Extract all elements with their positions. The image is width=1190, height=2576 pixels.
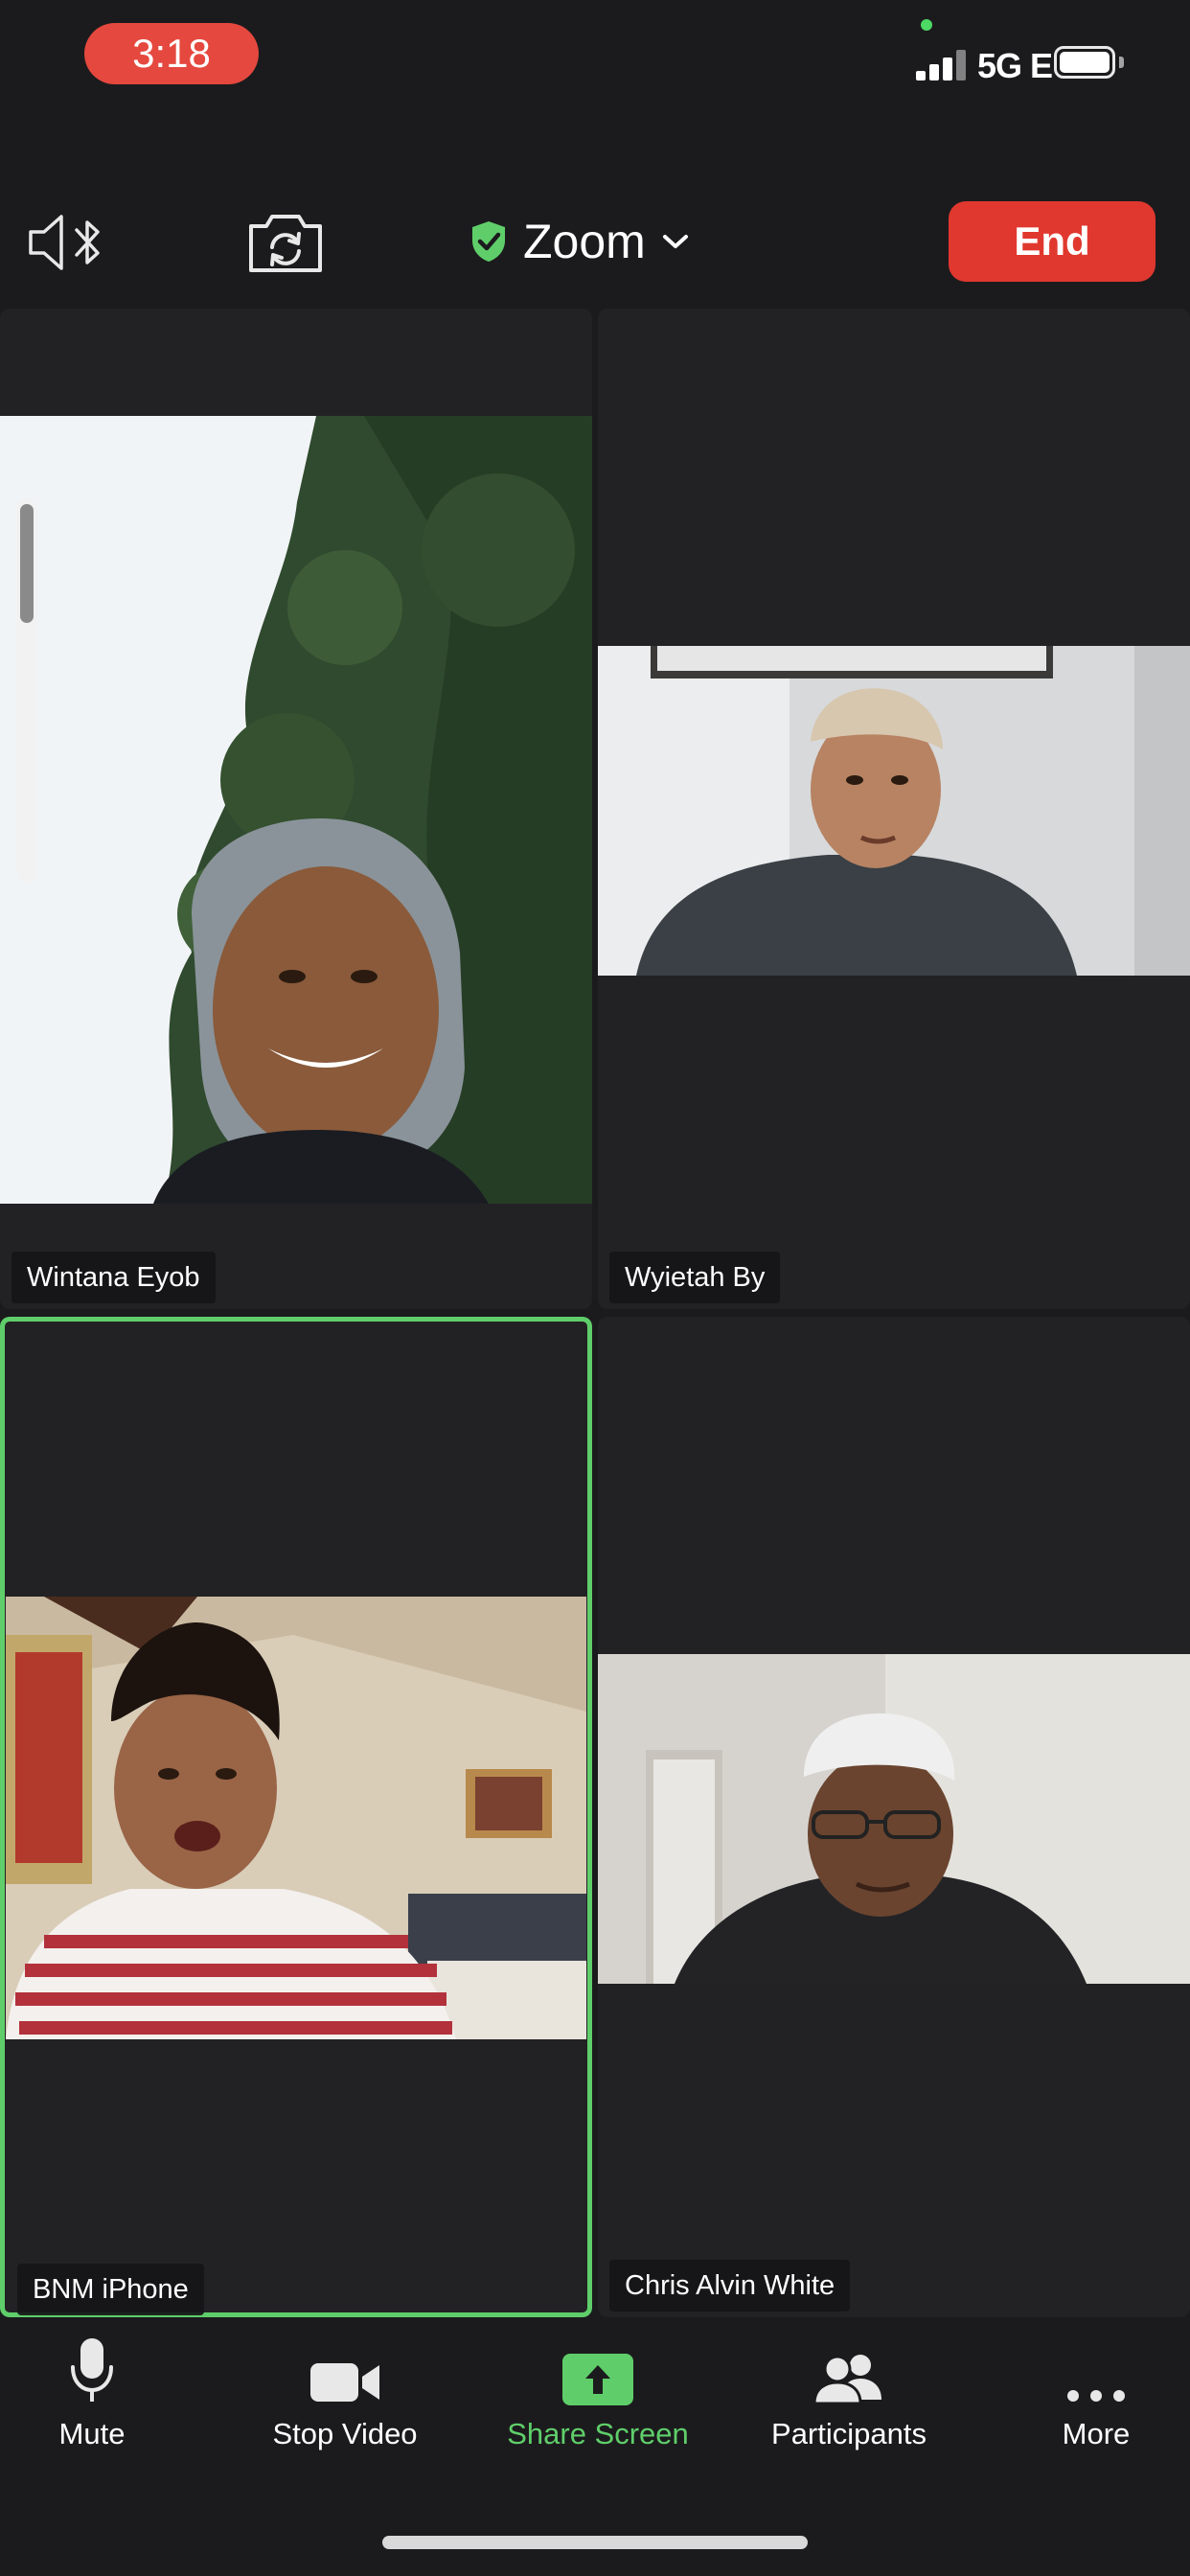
scroll-indicator[interactable]: [16, 498, 37, 882]
participants-button[interactable]: Participants: [734, 2319, 964, 2451]
share-screen-button[interactable]: Share Screen: [483, 2319, 713, 2451]
switch-camera-icon: [249, 215, 322, 272]
status-time[interactable]: 3:18: [84, 23, 259, 84]
meeting-title-button[interactable]: Zoom: [469, 213, 690, 270]
participant-name: BNM iPhone: [17, 2264, 204, 2315]
battery-icon: [1054, 46, 1127, 82]
participants-icon: [812, 2355, 881, 2405]
participant-video: [0, 416, 592, 1204]
share-screen-icon: [562, 2354, 633, 2405]
microphone-icon: [71, 2338, 113, 2402]
participant-name: Wyietah By: [609, 1252, 781, 1303]
share-screen-label: Share Screen: [507, 2417, 689, 2450]
participant-video: [6, 1597, 586, 2039]
audio-output-button[interactable]: [27, 209, 113, 276]
participant-video: [598, 646, 1190, 976]
participant-tile[interactable]: Wyietah By: [598, 309, 1190, 1309]
mute-label: Mute: [58, 2417, 126, 2450]
video-camera-icon: [310, 2363, 379, 2402]
meeting-title: Zoom: [523, 215, 646, 268]
mute-button[interactable]: Mute: [0, 2319, 207, 2451]
chevron-down-icon: [662, 235, 688, 248]
participant-tile-active-speaker[interactable]: BNM iPhone: [0, 1317, 592, 2317]
more-label: More: [1062, 2417, 1131, 2450]
participant-tile[interactable]: Chris Alvin White: [598, 1317, 1190, 2317]
mic-in-use-indicator: [921, 19, 932, 31]
home-indicator[interactable]: [382, 2536, 808, 2549]
participant-tile[interactable]: Wintana Eyob: [0, 309, 592, 1309]
more-dots-icon: [1067, 2390, 1125, 2402]
cellular-signal-icon: [916, 50, 968, 80]
participant-video: [598, 1654, 1190, 1984]
switch-camera-button[interactable]: [245, 207, 326, 276]
more-button[interactable]: More: [981, 2319, 1190, 2451]
stop-video-label: Stop Video: [272, 2417, 418, 2450]
network-type: 5G E: [977, 46, 1053, 85]
speaker-bluetooth-icon: [29, 215, 100, 270]
participant-name: Chris Alvin White: [609, 2260, 851, 2312]
scroll-thumb[interactable]: [20, 504, 34, 623]
meeting-toolbar: Zoom End: [0, 192, 1190, 297]
shield-check-icon: [472, 221, 505, 262]
participant-name: Wintana Eyob: [11, 1252, 216, 1303]
participants-label: Participants: [771, 2417, 927, 2450]
end-meeting-button[interactable]: End: [949, 201, 1156, 282]
status-bar: 3:18 5G E: [0, 0, 1190, 105]
stop-video-button[interactable]: Stop Video: [230, 2319, 460, 2451]
